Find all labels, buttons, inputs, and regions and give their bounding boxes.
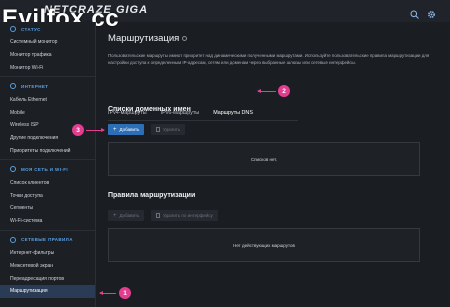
- sidebar-section-status[interactable]: СТАТУС: [0, 22, 95, 36]
- shield-icon: [10, 236, 16, 243]
- trash-icon: [156, 127, 160, 132]
- sidebar-item-wifi-system[interactable]: Wi-Fi-система: [0, 215, 95, 228]
- gear-icon[interactable]: [427, 6, 436, 18]
- annotation-marker-3: 3: [72, 124, 84, 136]
- annotation-arrow: [257, 89, 276, 93]
- sidebar-item-segments[interactable]: Сегменты: [0, 202, 95, 215]
- sidebar-item-connection-priorities[interactable]: Приоритеты подключений: [0, 145, 95, 158]
- sidebar-item-port-forwarding[interactable]: Переадресация портов: [0, 272, 95, 285]
- main-content: Маршрутизация Пользовательские маршруты …: [96, 22, 450, 307]
- plus-icon: +: [113, 126, 117, 133]
- sidebar-item-mobile[interactable]: Mobile: [0, 106, 95, 119]
- domain-lists-heading: Списки доменных имен: [108, 106, 191, 113]
- sidebar-section-internet[interactable]: ИНТЕРНЕТ: [0, 79, 95, 93]
- sidebar-section-rules[interactable]: СЕТЕВЫЕ ПРАВИЛА: [0, 233, 95, 247]
- page-description: Пользовательские маршруты имеют приорите…: [108, 53, 430, 66]
- sidebar-divider: [0, 229, 95, 231]
- tabs-underline: [108, 120, 298, 121]
- annotation-arrow: [86, 128, 105, 132]
- plus-icon: +: [113, 212, 117, 219]
- page-title: Маршрутизация: [108, 33, 188, 44]
- annotation-marker-1: 1: [119, 287, 131, 299]
- sidebar-item-ethernet[interactable]: Кабель Ethernet: [0, 93, 95, 106]
- sidebar-divider: [0, 76, 95, 78]
- sidebar-item-routing[interactable]: Маршрутизация: [0, 284, 95, 298]
- sidebar-item-access-points[interactable]: Точки доступа: [0, 189, 95, 202]
- trash-icon: [156, 213, 160, 218]
- help-icon[interactable]: [182, 35, 188, 41]
- sidebar-item-clients[interactable]: Список клиентов: [0, 176, 95, 189]
- routing-rules-heading: Правила маршрутизации: [108, 192, 196, 199]
- sidebar-item-traffic-monitor[interactable]: Монитор трафика: [0, 49, 95, 62]
- sidebar-item-internet-filters[interactable]: Интернет-фильтры: [0, 247, 95, 260]
- sidebar-item-system-monitor[interactable]: Системный монитор: [0, 36, 95, 49]
- sidebar-divider: [0, 159, 95, 161]
- sidebar-item-wifi-monitor[interactable]: Монитор Wi-Fi: [0, 62, 95, 75]
- sidebar: СТАТУС Системный монитор Монитор трафика…: [0, 22, 96, 307]
- sidebar-item-firewall[interactable]: Межсетевой экран: [0, 259, 95, 272]
- globe-icon: [10, 83, 16, 90]
- routing-rules-empty-panel: Нет действующих маршрутов: [108, 228, 420, 262]
- delete-by-interface-button[interactable]: Удалить по интерфейсу: [151, 210, 218, 221]
- annotation-arrow: [99, 291, 116, 295]
- delete-domain-list-button[interactable]: Удалить: [151, 124, 186, 135]
- add-routing-rule-button[interactable]: + Добавить: [108, 210, 145, 221]
- domain-lists-empty-panel: Списков нет.: [108, 142, 420, 176]
- annotation-marker-2: 2: [278, 85, 290, 97]
- home-icon: [10, 166, 16, 173]
- add-domain-list-button[interactable]: + Добавить: [108, 124, 145, 135]
- sidebar-section-lan[interactable]: МОЯ СЕТЬ И WI-FI: [0, 162, 95, 176]
- search-icon[interactable]: [410, 6, 419, 19]
- status-icon: [10, 26, 16, 32]
